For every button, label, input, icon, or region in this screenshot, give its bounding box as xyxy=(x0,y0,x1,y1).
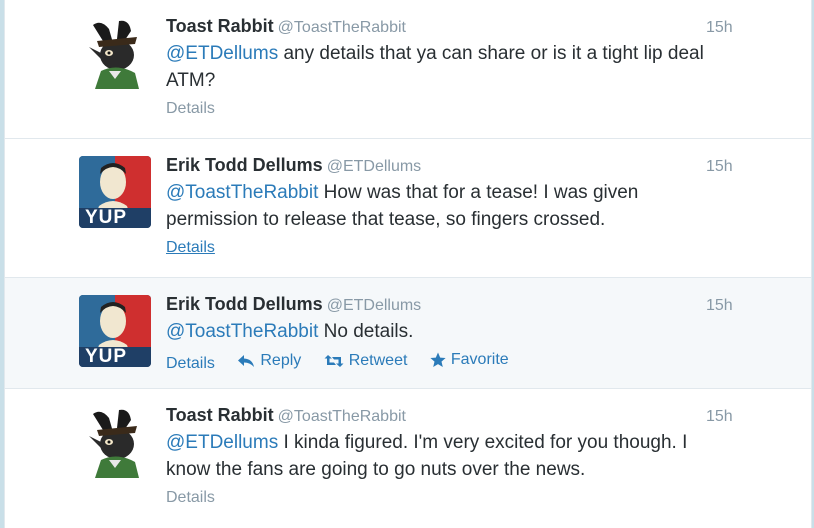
details-link[interactable]: Details xyxy=(166,100,215,117)
tweet-text: @ToastTheRabbit How was that for a tease… xyxy=(166,179,726,233)
tweet-text: @ToastTheRabbit No details. xyxy=(166,318,726,345)
reply-label: Reply xyxy=(260,352,302,369)
retweet-icon xyxy=(324,355,344,367)
avatar[interactable] xyxy=(79,17,151,89)
avatar-poster-text: YUP xyxy=(85,346,128,367)
favorite-button[interactable]: Favorite xyxy=(430,350,509,370)
mention-link[interactable]: @ETDellums xyxy=(166,43,278,64)
mention-link[interactable]: @ToastTheRabbit xyxy=(166,182,318,203)
tweet[interactable]: Toast Rabbit @ToastTheRabbit @ETDellums I… xyxy=(5,389,811,528)
reply-icon xyxy=(238,355,255,367)
details-link[interactable]: Details xyxy=(166,355,215,372)
star-icon xyxy=(430,352,446,367)
author-fullname[interactable]: Toast Rabbit xyxy=(166,405,274,425)
tweet[interactable]: YUP Erik Todd Dellums @ETDellums @ToastTh… xyxy=(5,278,811,389)
tweet-timestamp[interactable]: 15h xyxy=(706,297,733,315)
tweet[interactable]: YUP Erik Todd Dellums @ETDellums @ToastTh… xyxy=(5,139,811,278)
retweet-button[interactable]: Retweet xyxy=(324,351,408,371)
tweet-body: No details. xyxy=(318,321,414,342)
mention-link[interactable]: @ETDellums xyxy=(166,432,278,453)
author-fullname[interactable]: Toast Rabbit xyxy=(166,16,274,36)
tweet-timestamp[interactable]: 15h xyxy=(706,408,733,426)
tweet-timestamp[interactable]: 15h xyxy=(706,19,733,37)
mention-link[interactable]: @ToastTheRabbit xyxy=(166,321,318,342)
author-fullname[interactable]: Erik Todd Dellums xyxy=(166,294,323,314)
retweet-label: Retweet xyxy=(348,352,408,369)
details-link[interactable]: Details xyxy=(166,239,215,256)
favorite-label: Favorite xyxy=(450,351,509,368)
rabbit-avatar-icon xyxy=(79,406,151,478)
author-username[interactable]: @ToastTheRabbit xyxy=(278,19,406,36)
author-fullname[interactable]: Erik Todd Dellums xyxy=(166,155,323,175)
author-username[interactable]: @ETDellums xyxy=(327,297,421,314)
tweet-text: @ETDellums I kinda figured. I'm very exc… xyxy=(166,429,726,483)
tweet-timestamp[interactable]: 15h xyxy=(706,158,733,176)
author-username[interactable]: @ETDellums xyxy=(327,158,421,175)
details-link[interactable]: Details xyxy=(166,489,215,506)
tweet[interactable]: Toast Rabbit @ToastTheRabbit @ETDellums a… xyxy=(5,0,811,139)
avatar[interactable]: YUP xyxy=(79,295,151,367)
page: Toast Rabbit @ToastTheRabbit @ETDellums a… xyxy=(0,0,814,528)
avatar-poster-text: YUP xyxy=(85,207,128,228)
reply-button[interactable]: Reply xyxy=(237,351,301,371)
avatar[interactable]: YUP xyxy=(79,156,151,228)
avatar[interactable] xyxy=(79,406,151,478)
tweet-text: @ETDellums any details that ya can share… xyxy=(166,40,726,94)
tweet-timeline: Toast Rabbit @ToastTheRabbit @ETDellums a… xyxy=(4,0,812,528)
author-username[interactable]: @ToastTheRabbit xyxy=(278,408,406,425)
rabbit-avatar-icon xyxy=(79,17,151,89)
